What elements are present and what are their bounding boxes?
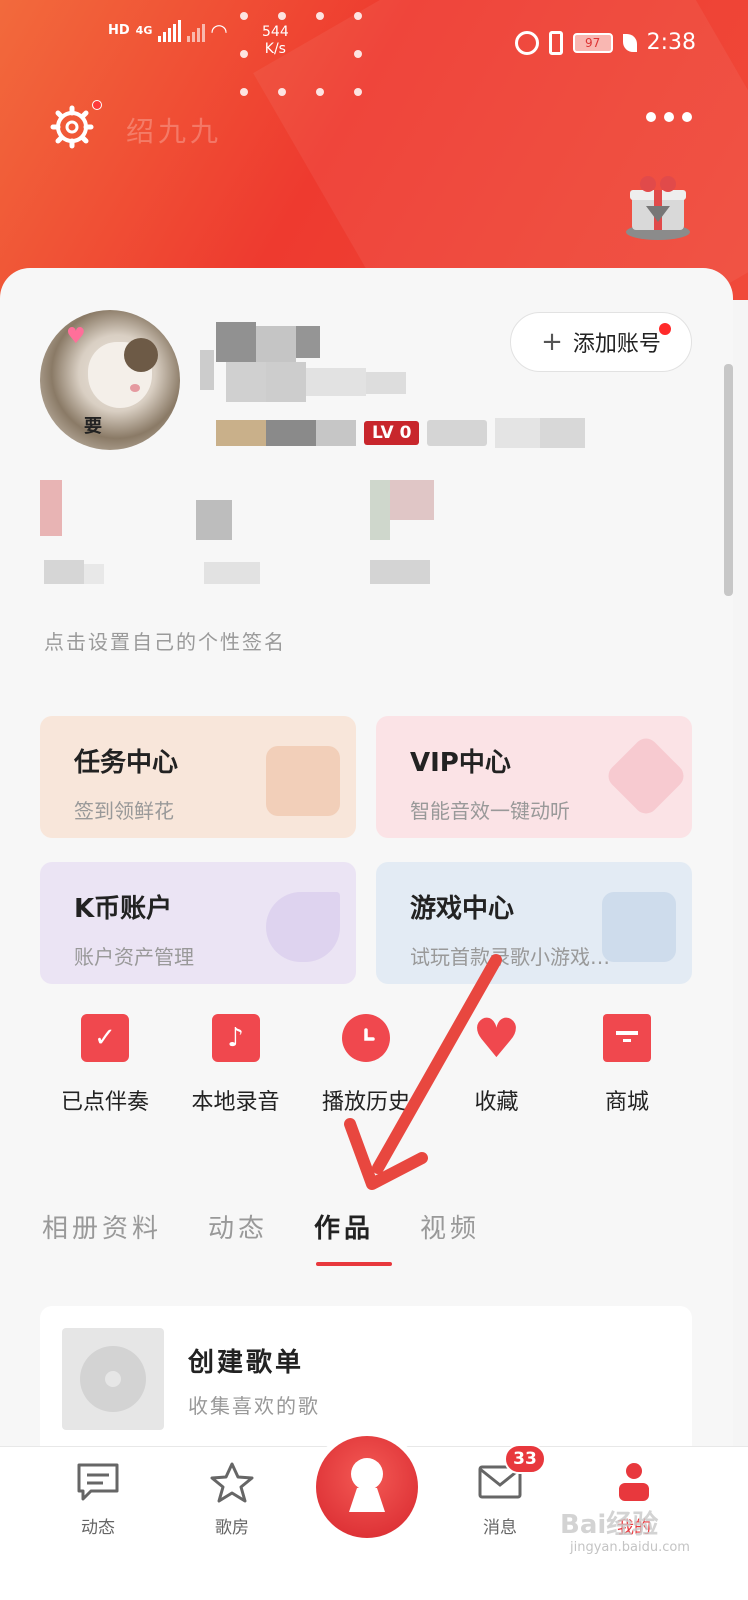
wifi-icon: ◠	[211, 19, 227, 43]
status-right-group: 97 2:38	[514, 30, 696, 55]
quick-item-favorites[interactable]: ♥ 收藏	[432, 1006, 562, 1116]
coin-leaf-icon	[266, 892, 340, 962]
vip-center-card[interactable]: VIP中心 智能音效一键动听	[376, 716, 692, 838]
clock-icon	[342, 1014, 390, 1062]
k-coin-account-card[interactable]: K币账户 账户资产管理	[40, 862, 356, 984]
quick-item-local-recording[interactable]: ♪ 本地录音	[171, 1014, 301, 1116]
checkbox-icon: ✓	[81, 1014, 129, 1062]
clock: 2:38	[646, 30, 696, 55]
quick-item-label: 播放历史	[321, 1090, 410, 1115]
gift-box-icon[interactable]	[622, 170, 694, 242]
more-menu-icon[interactable]	[646, 112, 692, 122]
playlist-cover	[62, 1328, 164, 1430]
hd-label: HD	[108, 23, 130, 38]
watermark-url: jingyan.baidu.com	[570, 1540, 690, 1555]
active-tab-indicator	[316, 1262, 392, 1266]
profile-tabs: 相册资料 动态 作品 视频	[42, 1208, 480, 1245]
nav-dynamic[interactable]: 动态	[48, 1461, 148, 1538]
add-account-dot	[659, 323, 671, 335]
quick-item-label: 商城	[604, 1090, 649, 1115]
nav-song-room[interactable]: 歌房	[182, 1461, 282, 1538]
tab-dynamic[interactable]: 动态	[208, 1208, 268, 1245]
microphone-icon	[349, 1458, 385, 1512]
heart-icon: ♥	[472, 1006, 521, 1070]
gray-badge[interactable]	[427, 420, 488, 446]
music-note-icon: ♪	[211, 1014, 260, 1062]
header-title: 绍九九	[126, 115, 223, 148]
network-type-label: 4G	[135, 24, 153, 37]
level-badge[interactable]: LV 0	[364, 421, 420, 445]
sing-button[interactable]	[316, 1436, 418, 1538]
tab-album-info[interactable]: 相册资料	[42, 1208, 162, 1245]
heart-sticker-icon: ♥	[66, 324, 86, 349]
quick-item-play-history[interactable]: 播放历史	[301, 1014, 431, 1116]
chat-bubble-icon	[77, 1463, 119, 1501]
add-account-label: 添加账号	[572, 332, 661, 357]
status-bar: HD 4G ◠ 544 K/s 97 2:38	[0, 0, 748, 96]
nav-label: 歌房	[215, 1518, 249, 1538]
star-icon	[210, 1462, 254, 1503]
signal-icon	[158, 20, 182, 42]
vibrate-icon	[548, 30, 563, 55]
alarm-icon	[514, 30, 539, 55]
leaf-icon	[622, 33, 637, 52]
disc-icon	[80, 1346, 146, 1412]
dots-grid-decoration	[240, 12, 370, 102]
settings-notification-dot	[92, 100, 102, 110]
bio-placeholder[interactable]: 点击设置自己的个性签名	[44, 626, 286, 655]
task-center-card[interactable]: 任务中心 签到领鲜花	[40, 716, 356, 838]
nav-label: 消息	[483, 1518, 517, 1538]
playlist-subtitle: 收集喜欢的歌	[188, 1394, 320, 1418]
add-account-button[interactable]: + 添加账号	[510, 312, 692, 372]
quick-item-label: 本地录音	[191, 1090, 280, 1115]
gamepad-icon	[602, 892, 676, 962]
settings-gear-icon[interactable]	[50, 105, 94, 149]
badge-blurred	[495, 418, 586, 448]
game-center-card[interactable]: 游戏中心 试玩首款录歌小游戏…	[376, 862, 692, 984]
shop-icon	[603, 1014, 651, 1062]
avatar[interactable]: ♥	[40, 310, 180, 450]
quick-item-shop[interactable]: 商城	[562, 1014, 692, 1116]
quick-item-label: 已点伴奏	[60, 1090, 149, 1115]
vip-center-subtitle: 智能音效一键动听	[410, 799, 570, 823]
tab-works[interactable]: 作品	[314, 1208, 374, 1245]
stats-blurred	[40, 480, 600, 590]
signal-2-icon	[187, 20, 206, 42]
person-icon	[619, 1463, 649, 1501]
quick-item-label: 收藏	[474, 1090, 519, 1115]
status-network-group: HD 4G ◠	[108, 20, 227, 42]
watermark-logo: Bai经验	[560, 1510, 659, 1540]
vip-badge-blurred	[216, 420, 356, 446]
quick-item-ordered-accompaniment[interactable]: ✓ 已点伴奏	[40, 1014, 170, 1116]
calendar-icon	[266, 746, 340, 816]
tab-video[interactable]: 视频	[420, 1208, 480, 1245]
avatar-caption: 要	[84, 416, 102, 437]
message-count-badge: 33	[504, 1444, 546, 1474]
battery-icon: 97	[572, 32, 613, 53]
quick-actions-row: ✓ 已点伴奏 ♪ 本地录音 播放历史 ♥ 收藏 商城	[40, 1006, 692, 1116]
badge-row: LV 0	[216, 418, 586, 448]
playlist-title: 创建歌单	[188, 1348, 305, 1378]
nav-label: 动态	[81, 1518, 115, 1538]
create-playlist-card[interactable]: 创建歌单 收集喜欢的歌	[40, 1306, 692, 1446]
plus-icon: +	[541, 327, 563, 357]
scrollbar-thumb[interactable]	[724, 364, 733, 596]
